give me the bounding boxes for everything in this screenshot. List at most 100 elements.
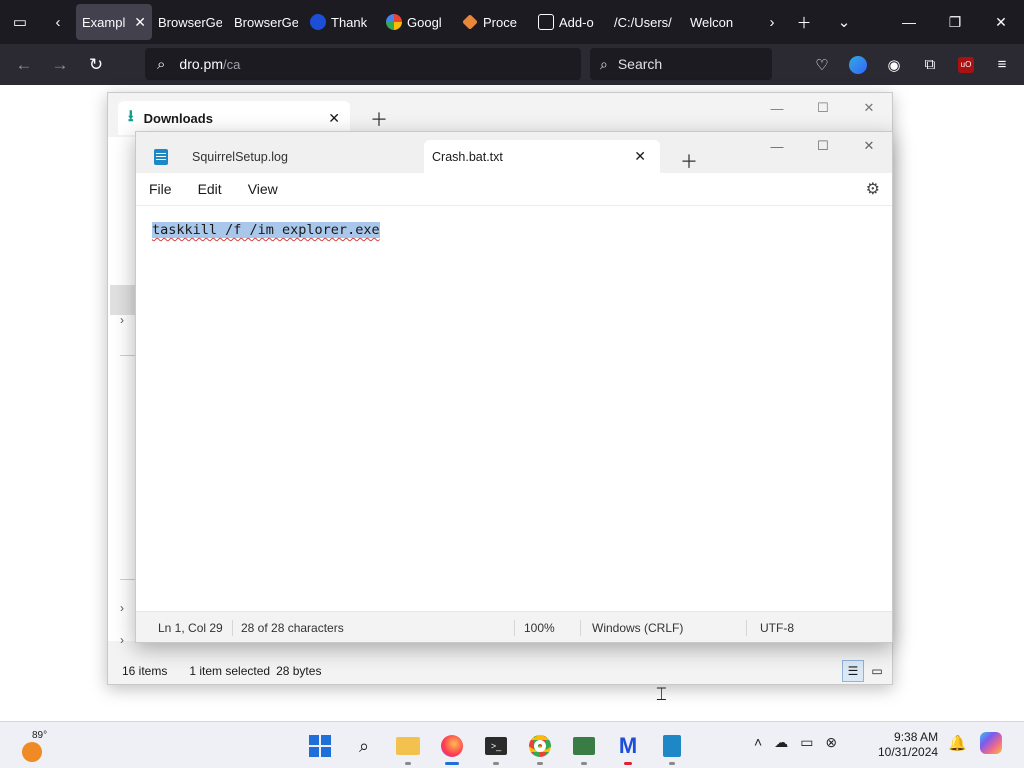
search-icon[interactable]: ⌕ [346, 728, 382, 764]
search-icon: ⌕ [600, 55, 608, 72]
chevron-up-icon[interactable]: ˄ [754, 734, 762, 751]
chrome-icon[interactable] [522, 728, 558, 765]
maximize-icon[interactable]: ☐ [800, 132, 846, 160]
minimize-icon[interactable]: — [754, 132, 800, 160]
notepad-status-bar: Ln 1, Col 29 28 of 28 characters 100% Wi… [136, 611, 892, 642]
notepad-window: SquirrelSetup.log Crash.bat.txt ✕ ＋ — ☐ … [135, 131, 893, 643]
new-tab-icon[interactable]: ＋ [370, 106, 388, 132]
browser-tab-3[interactable]: BrowserGe [228, 4, 304, 40]
chevron-down-icon[interactable]: ⌄ [824, 0, 864, 44]
url-bar[interactable]: ⌕ dro.pm/ca [145, 48, 581, 80]
puzzle-icon [538, 14, 554, 30]
close-window-icon[interactable]: ✕ [846, 93, 892, 123]
tab-label: Googl [407, 14, 442, 30]
copilot-icon[interactable] [980, 732, 1002, 754]
forward-icon[interactable]: → [42, 47, 78, 83]
browser-tab-4[interactable]: Thank [304, 4, 380, 40]
tab-label: Exampl [82, 14, 126, 30]
url-path: /ca [222, 57, 241, 72]
cloud-icon[interactable]: ☁ [774, 734, 788, 751]
nav-pane-selected[interactable] [110, 285, 136, 315]
browser-tab-2[interactable]: BrowserGe [152, 4, 228, 40]
malwarebytes-icon [310, 14, 326, 30]
zoom-level[interactable]: 100% [524, 621, 555, 635]
maximize-icon[interactable]: ☐ [800, 93, 846, 123]
sun-icon [22, 742, 42, 762]
line-ending[interactable]: Windows (CRLF) [592, 621, 683, 635]
chevron-right-icon[interactable]: › [120, 633, 124, 647]
encoding[interactable]: UTF-8 [760, 621, 794, 635]
vpn-icon[interactable] [842, 49, 874, 81]
account-icon[interactable]: ◉ [878, 49, 910, 81]
back-icon[interactable]: ← [6, 47, 42, 83]
tab-list-icon[interactable]: ▭ [0, 0, 40, 44]
clock-date: 10/31/2024 [878, 745, 939, 759]
browser-tab-5[interactable]: Googl [380, 4, 456, 40]
ublock-icon[interactable]: uO [950, 49, 982, 81]
tab-label: Proce [483, 14, 517, 30]
tiles-view-icon[interactable]: ▭ [866, 660, 888, 682]
reload-icon[interactable]: ↻ [78, 47, 114, 83]
cursor-position: Ln 1, Col 29 [158, 621, 223, 635]
tab-label: Add-o [559, 14, 594, 30]
clock-time: 9:38 AM [894, 730, 939, 744]
minimize-icon[interactable]: — [886, 0, 932, 44]
settings-gear-icon[interactable]: ⚙ [866, 179, 880, 199]
notepad-tab-strip: SquirrelSetup.log Crash.bat.txt ✕ ＋ — ☐ … [136, 132, 892, 173]
menu-edit[interactable]: Edit [198, 181, 222, 197]
browser-tab-9[interactable]: Welcon [684, 4, 760, 40]
browser-tab-8[interactable]: /C:/Users/ [608, 4, 684, 40]
file-explorer-icon[interactable] [390, 728, 426, 765]
close-tab-icon[interactable]: ✕ [134, 14, 146, 31]
new-tab-icon[interactable]: ＋ [784, 0, 824, 44]
tab-label: BrowserGe [234, 14, 298, 30]
weather-widget[interactable]: 89° [20, 730, 64, 762]
minimize-icon[interactable]: — [754, 93, 800, 123]
explorer-status-bar: 16 items 1 item selected 28 bytes [108, 658, 892, 684]
browser-tab-7[interactable]: Add-o [532, 4, 608, 40]
tabs-scroll-left-icon[interactable]: ‹ [40, 0, 76, 44]
search-bar[interactable]: ⌕ Search [590, 48, 772, 80]
chevron-right-icon[interactable]: › [120, 601, 124, 615]
menu-file[interactable]: File [149, 181, 172, 197]
restore-icon[interactable]: ❐ [932, 0, 978, 44]
text-editor-area[interactable]: taskkill /f /im explorer.exe [152, 222, 380, 238]
menu-icon[interactable]: ≡ [986, 49, 1018, 81]
close-tab-icon[interactable]: ✕ [634, 148, 646, 165]
browser-tab-6[interactable]: Proce [456, 4, 532, 40]
close-tab-icon[interactable]: ✕ [328, 110, 340, 127]
notepad-icon[interactable] [654, 728, 690, 765]
tab-label: /C:/Users/ [614, 14, 672, 30]
selected-text[interactable]: taskkill /f /im explorer.exe [152, 222, 380, 238]
temperature: 89° [32, 730, 48, 741]
details-view-icon[interactable]: ☰ [842, 660, 864, 682]
tabs-scroll-right-icon[interactable]: › [760, 0, 784, 44]
url-domain: dro.pm [179, 56, 223, 72]
pocket-icon[interactable]: ♡ [806, 49, 838, 81]
download-icon: ⭳ [128, 107, 134, 125]
notepad-menu-bar: File Edit View [136, 173, 892, 206]
close-window-icon[interactable]: ✕ [846, 132, 892, 160]
tab-label: BrowserGe [158, 14, 222, 30]
extensions-icon[interactable]: ⧉ [914, 49, 946, 81]
close-window-icon[interactable]: ✕ [978, 0, 1024, 44]
selection-count: 1 item selected [189, 664, 271, 678]
start-icon[interactable] [302, 728, 338, 764]
display-icon[interactable]: ▭ [800, 734, 813, 751]
terminal-icon[interactable]: >_ [478, 728, 514, 765]
notepad-tab-crash[interactable]: Crash.bat.txt ✕ [424, 140, 660, 173]
tab-label: Crash.bat.txt [432, 149, 503, 164]
notepad-tab-squirrelsetup[interactable]: SquirrelSetup.log [148, 140, 424, 173]
menu-view[interactable]: View [248, 181, 278, 197]
new-tab-icon[interactable]: ＋ [680, 148, 698, 174]
explorer-tab-downloads[interactable]: ⭳ Downloads ✕ [118, 101, 350, 135]
malwarebytes-icon[interactable]: M [610, 728, 646, 765]
firefox-icon[interactable] [434, 728, 470, 765]
app-icon-green[interactable] [566, 728, 602, 765]
chevron-right-icon[interactable]: › [120, 313, 124, 327]
search-placeholder: Search [617, 56, 663, 72]
network-icon[interactable]: ⊗ [825, 734, 837, 751]
browser-tab-1[interactable]: Exampl ✕ [76, 4, 152, 40]
clock[interactable]: 9:38 AM 10/31/2024 [878, 730, 938, 760]
bell-icon[interactable]: 🔔 [948, 734, 967, 752]
